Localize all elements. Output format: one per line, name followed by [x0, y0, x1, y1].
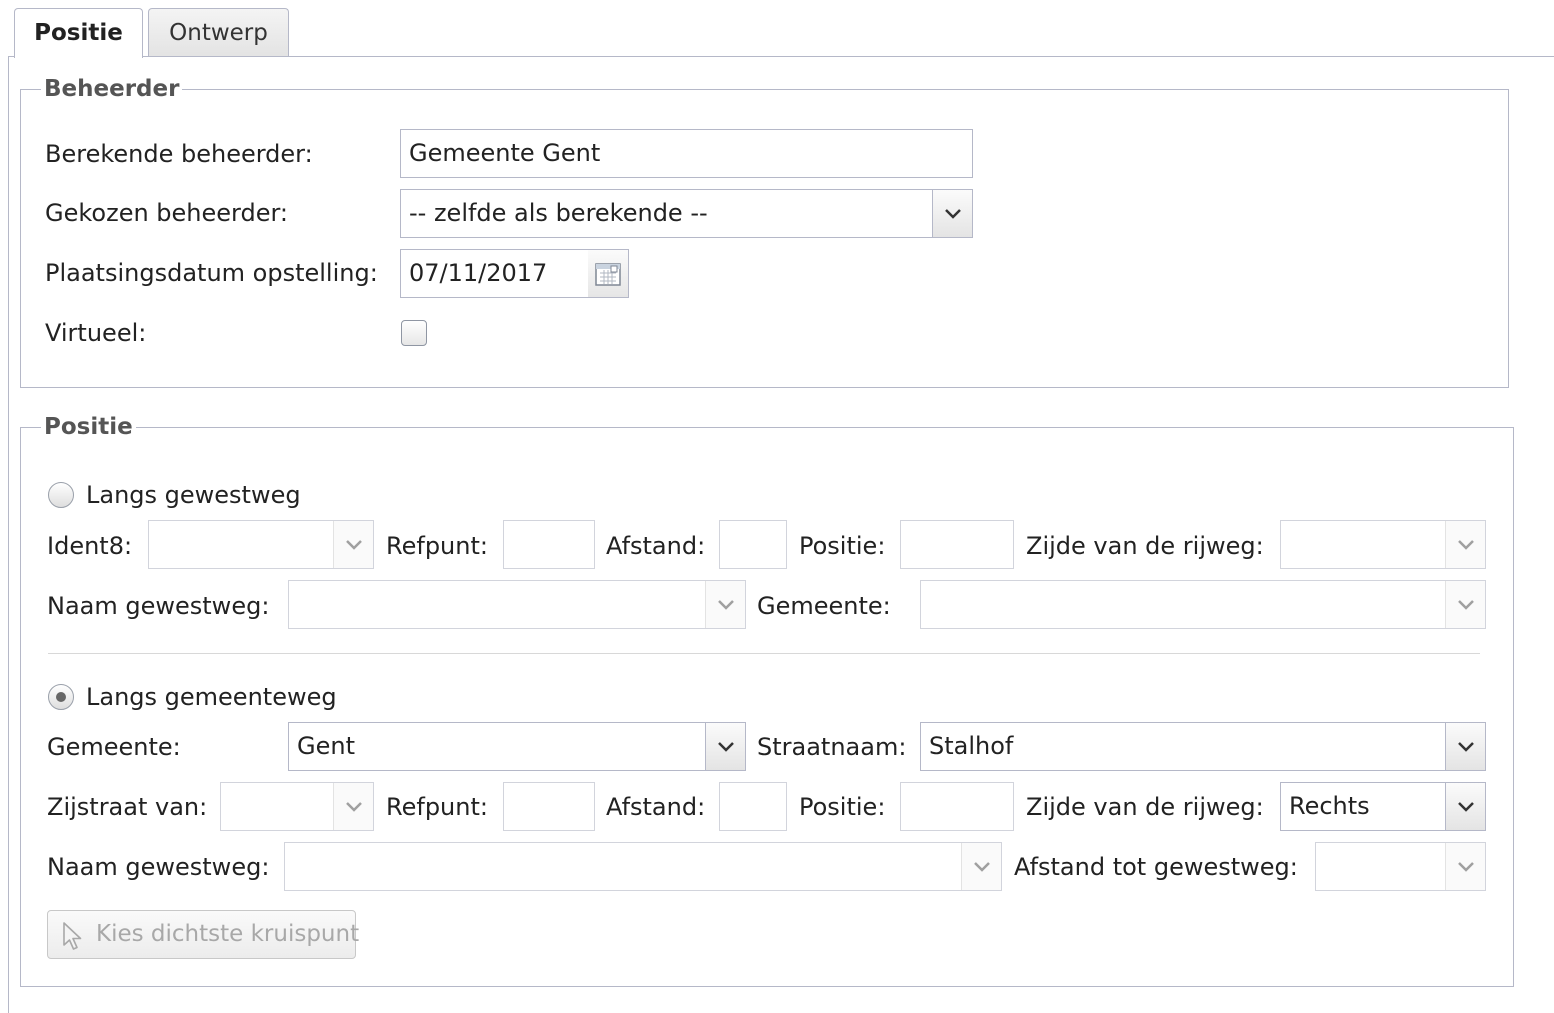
beheerder-legend: Beheerder: [44, 76, 180, 102]
tab-positie[interactable]: Positie: [14, 8, 143, 58]
afstand-label: Afstand:: [606, 532, 706, 560]
chevron-down-icon[interactable]: [1445, 521, 1485, 568]
langs-gemeenteweg-radio[interactable]: [48, 684, 74, 710]
naam-gewestweg-gemeenteweg-label: Naam gewestweg:: [47, 853, 270, 881]
chevron-down-icon[interactable]: [705, 581, 745, 628]
ident8-select[interactable]: [148, 520, 374, 569]
afstand-gemeenteweg-field[interactable]: [719, 782, 787, 831]
chevron-down-icon[interactable]: [1445, 783, 1485, 830]
gekozen-beheerder-select[interactable]: -- zelfde als berekende --: [400, 189, 973, 238]
naam-gewestweg-select[interactable]: [288, 580, 746, 629]
gemeente-value: Gent: [297, 732, 355, 760]
zijde-rijweg-label: Zijde van de rijweg:: [1026, 532, 1264, 560]
plaatsingsdatum-field[interactable]: 07/11/2017: [400, 249, 589, 298]
chevron-down-icon[interactable]: [333, 783, 373, 830]
positie-gemeenteweg-label: Positie:: [799, 793, 886, 821]
gekozen-beheerder-value: -- zelfde als berekende --: [409, 199, 708, 227]
langs-gemeenteweg-label[interactable]: Langs gemeenteweg: [86, 682, 337, 712]
afstand-tot-gewestweg-select[interactable]: [1315, 842, 1486, 891]
chevron-down-icon[interactable]: [1445, 723, 1485, 770]
panel-border: [8, 56, 9, 1013]
gemeente-gewestweg-select[interactable]: [920, 580, 1486, 629]
zijstraat-label: Zijstraat van:: [47, 793, 208, 821]
gemeente-label: Gemeente:: [47, 733, 181, 761]
gekozen-beheerder-label: Gekozen beheerder:: [45, 199, 289, 227]
virtueel-label: Virtueel:: [45, 319, 147, 347]
naam-gewestweg-label: Naam gewestweg:: [47, 592, 270, 620]
berekende-beheerder-label: Berekende beheerder:: [45, 140, 313, 168]
positie-legend: Positie: [44, 414, 133, 440]
afstand-gemeenteweg-label: Afstand:: [606, 793, 706, 821]
berekende-beheerder-field[interactable]: Gemeente Gent: [400, 129, 973, 178]
chevron-down-icon[interactable]: [932, 190, 972, 237]
langs-gewestweg-radio[interactable]: [48, 482, 74, 508]
straatnaam-label: Straatnaam:: [757, 733, 907, 761]
chevron-down-icon[interactable]: [333, 521, 373, 568]
afstand-field[interactable]: [719, 520, 787, 569]
plaatsingsdatum-label: Plaatsingsdatum opstelling:: [45, 259, 378, 287]
kies-dichtste-kruispunt-button[interactable]: Kies dichtste kruispunt: [47, 910, 360, 959]
afstand-tot-gewestweg-label: Afstand tot gewestweg:: [1014, 853, 1298, 881]
refpunt-gemeenteweg-label: Refpunt:: [386, 793, 488, 821]
chevron-down-icon[interactable]: [1445, 581, 1485, 628]
straatnaam-select[interactable]: Stalhof: [920, 722, 1486, 771]
zijde-rijweg-gemeenteweg-select[interactable]: Rechts: [1280, 782, 1486, 831]
gemeente-gewestweg-label: Gemeente:: [757, 592, 891, 620]
refpunt-gemeenteweg-field[interactable]: [503, 782, 595, 831]
kies-dichtste-kruispunt-label: Kies dichtste kruispunt: [96, 921, 360, 947]
calendar-icon[interactable]: [588, 249, 629, 298]
ident8-label: Ident8:: [47, 532, 133, 560]
virtueel-checkbox[interactable]: [401, 320, 427, 346]
refpunt-field[interactable]: [503, 520, 595, 569]
zijstraat-select[interactable]: [220, 782, 374, 831]
positie-gemeenteweg-field[interactable]: [900, 782, 1014, 831]
positie-field[interactable]: [900, 520, 1014, 569]
radio-selected-dot: [56, 692, 66, 702]
tab-ontwerp[interactable]: Ontwerp: [148, 8, 289, 57]
straatnaam-value: Stalhof: [929, 732, 1014, 760]
gemeente-select[interactable]: Gent: [288, 722, 746, 771]
naam-gewestweg-gemeenteweg-select[interactable]: [284, 842, 1002, 891]
refpunt-label: Refpunt:: [386, 532, 488, 560]
langs-gewestweg-label[interactable]: Langs gewestweg: [86, 480, 301, 510]
chevron-down-icon[interactable]: [1445, 843, 1485, 890]
chevron-down-icon[interactable]: [961, 843, 1001, 890]
zijde-rijweg-gemeenteweg-label: Zijde van de rijweg:: [1026, 793, 1264, 821]
chevron-down-icon[interactable]: [705, 723, 745, 770]
section-divider: [48, 653, 1480, 654]
tab-strip-border: [8, 56, 1554, 57]
zijde-rijweg-select[interactable]: [1280, 520, 1486, 569]
cursor-pointer-icon: [61, 921, 85, 955]
zijde-rijweg-gemeenteweg-value: Rechts: [1289, 792, 1370, 820]
positie-label: Positie:: [799, 532, 886, 560]
